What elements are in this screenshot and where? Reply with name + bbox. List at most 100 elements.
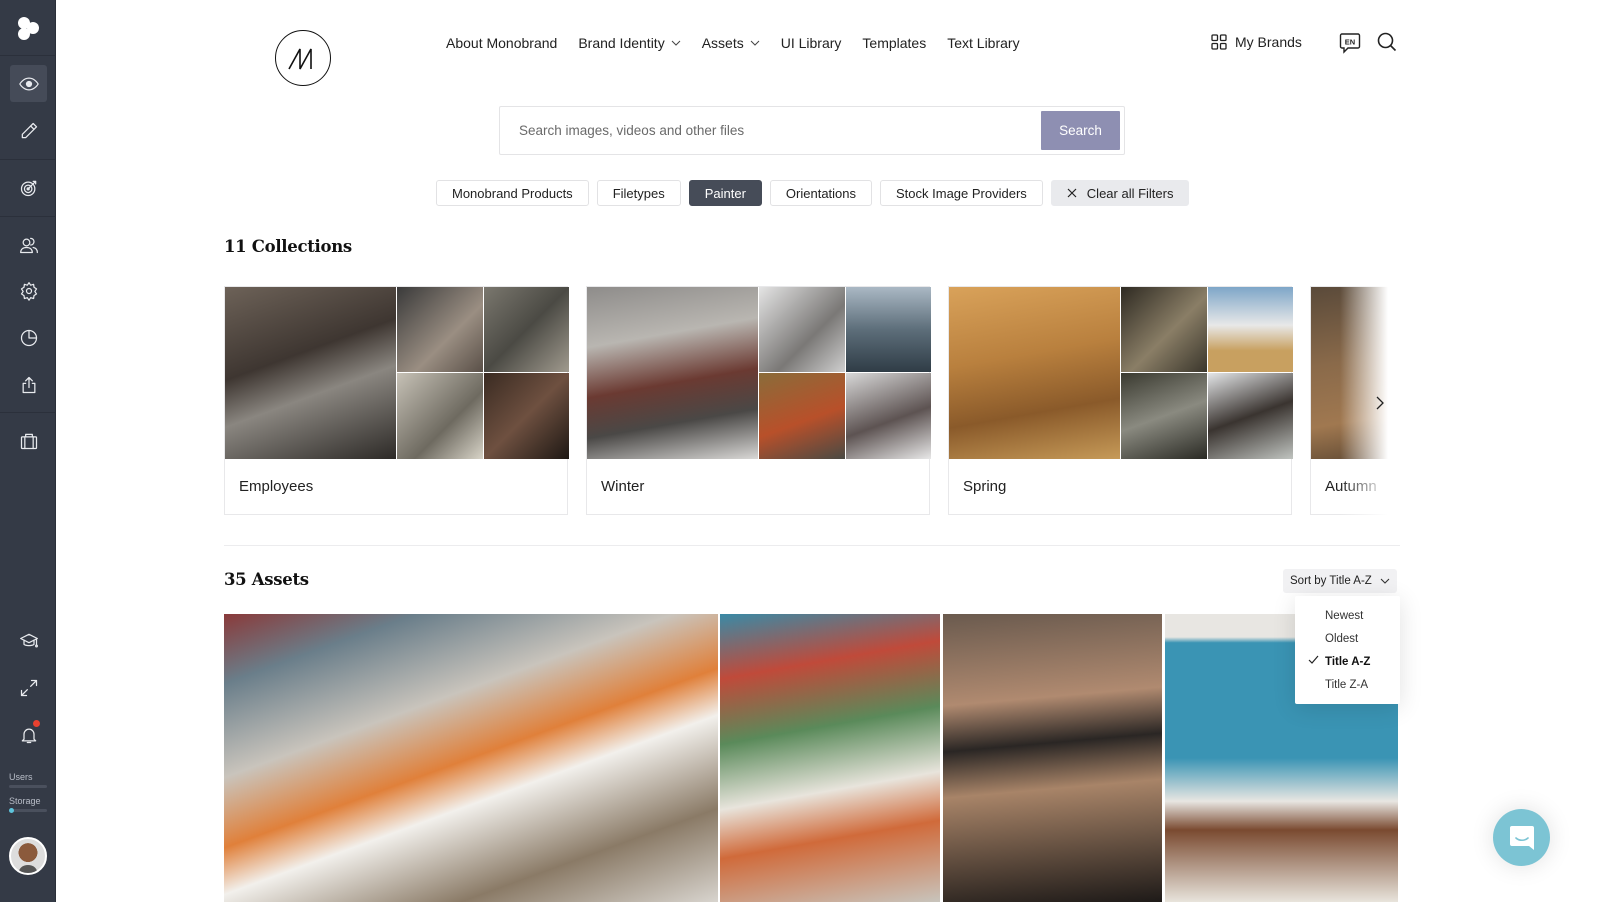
chevron-right-icon [1376,396,1384,410]
sort-option-oldest[interactable]: Oldest [1295,627,1400,650]
header-search-button[interactable] [1377,32,1397,57]
asset-card[interactable] [943,614,1162,902]
nav-text-library[interactable]: Text Library [947,35,1019,51]
collection-name: Winter [601,478,645,495]
monobrand-logo[interactable] [275,30,331,86]
sort-option-title-z-a[interactable]: Title Z-A [1295,673,1400,696]
pie-chart-icon [20,329,37,346]
assets-grid [224,614,1400,902]
users-meter-bar [9,785,47,788]
sidebar-item-academy[interactable] [10,622,47,659]
expand-icon [20,679,37,696]
filter-stock-image-providers[interactable]: Stock Image Providers [880,180,1043,206]
collection-image [846,287,931,372]
collection-image [1121,287,1207,372]
language-switcher[interactable]: EN [1339,32,1361,59]
collection-image [759,373,845,459]
clear-all-filters-button[interactable]: Clear all Filters [1050,180,1190,206]
sort-label: Sort by Title A-Z [1290,575,1372,587]
sidebar-item-share[interactable] [10,366,47,403]
search-button[interactable]: Search [1041,111,1120,150]
nav-templates[interactable]: Templates [862,35,926,51]
carousel-fade [1340,286,1400,516]
bell-icon [21,728,36,743]
sort-menu: Newest Oldest Title A-Z Title Z-A [1295,596,1400,704]
asset-card[interactable] [224,614,718,902]
sidebar-item-goals[interactable] [10,169,47,206]
collection-image [587,287,758,459]
nav-about-monobrand[interactable]: About Monobrand [446,35,557,51]
chevron-down-icon [1380,578,1390,584]
graduation-cap-icon [19,633,38,647]
collection-image [484,287,569,372]
collection-image [1208,287,1293,372]
filter-filetypes[interactable]: Filetypes [596,180,681,206]
storage-meter-label: Storage [9,796,41,806]
sort-option-label: Newest [1325,609,1364,622]
collection-card-employees[interactable]: Employees [224,286,569,515]
nav-assets[interactable]: Assets [702,35,760,51]
asset-card[interactable] [720,614,940,902]
chat-widget-button[interactable] [1493,809,1550,866]
chevron-down-icon [750,40,760,46]
collection-thumbnails [587,287,931,459]
sidebar-item-notifications[interactable] [10,716,47,753]
collection-image [949,287,1120,459]
collections-carousel: Employees Winter Spring Autumn [224,286,1400,516]
clear-filters-label: Clear all Filters [1086,185,1174,201]
sidebar-item-users[interactable] [10,226,47,263]
nav-label: About Monobrand [446,35,558,51]
filter-painter[interactable]: Painter [688,180,762,206]
sort-option-title-a-z[interactable]: Title A-Z [1295,650,1400,673]
nav-label: UI Library [780,35,842,51]
nav-brand-identity[interactable]: Brand Identity [578,35,681,51]
collection-image [225,287,396,459]
checkmark-icon [1308,655,1319,664]
upload-icon [22,376,35,393]
search-input[interactable] [500,107,1041,154]
sidebar: Users Storage [0,0,56,902]
assets-title: 35 Assets [224,570,309,589]
sidebar-item-fullscreen[interactable] [10,669,47,706]
close-icon [1067,188,1077,198]
nav-ui-library[interactable]: UI Library [781,35,842,51]
target-icon [20,180,36,196]
carousel-next-button[interactable] [1372,394,1386,417]
main-nav: About Monobrand Brand Identity Assets UI… [446,35,1020,51]
collection-image [397,287,483,372]
app-logo-icon[interactable] [0,0,56,56]
storage-meter-fill [9,808,14,813]
filter-monobrand-products[interactable]: Monobrand Products [436,180,589,206]
sidebar-item-view[interactable] [10,65,47,102]
filter-bar: Monobrand Products Filetypes Painter Ori… [436,180,1190,206]
collection-image [759,287,845,372]
pencil-icon [21,122,37,138]
collection-card-spring[interactable]: Spring [948,286,1293,515]
collection-card-winter[interactable]: Winter [586,286,931,515]
gear-icon [20,281,37,301]
svg-text:EN: EN [1345,38,1355,47]
collection-thumbnails [225,287,569,459]
grid-icon [1211,34,1227,50]
nav-label: Text Library [947,35,1020,51]
sidebar-item-edit[interactable] [10,112,47,149]
notification-badge [33,720,40,727]
collection-name: Spring [963,478,1007,495]
sidebar-item-portfolio[interactable] [10,422,47,459]
users-meter-label: Users [9,772,33,782]
collection-image [846,373,931,459]
my-brands-button[interactable]: My Brands [1211,34,1302,50]
collections-title: 11 Collections [224,237,352,256]
sort-dropdown[interactable]: Sort by Title A-Z [1283,569,1397,593]
chevron-down-icon [671,40,681,46]
sort-option-label: Title A-Z [1325,655,1371,668]
storage-meter: Storage [9,796,47,813]
sidebar-item-settings[interactable] [10,272,47,309]
sort-option-newest[interactable]: Newest [1295,604,1400,627]
sidebar-item-analytics[interactable] [10,319,47,356]
filter-orientations[interactable]: Orientations [769,180,873,206]
collection-image [484,373,569,459]
my-brands-label: My Brands [1235,34,1302,50]
user-avatar[interactable] [9,837,47,875]
section-divider [224,545,1400,546]
